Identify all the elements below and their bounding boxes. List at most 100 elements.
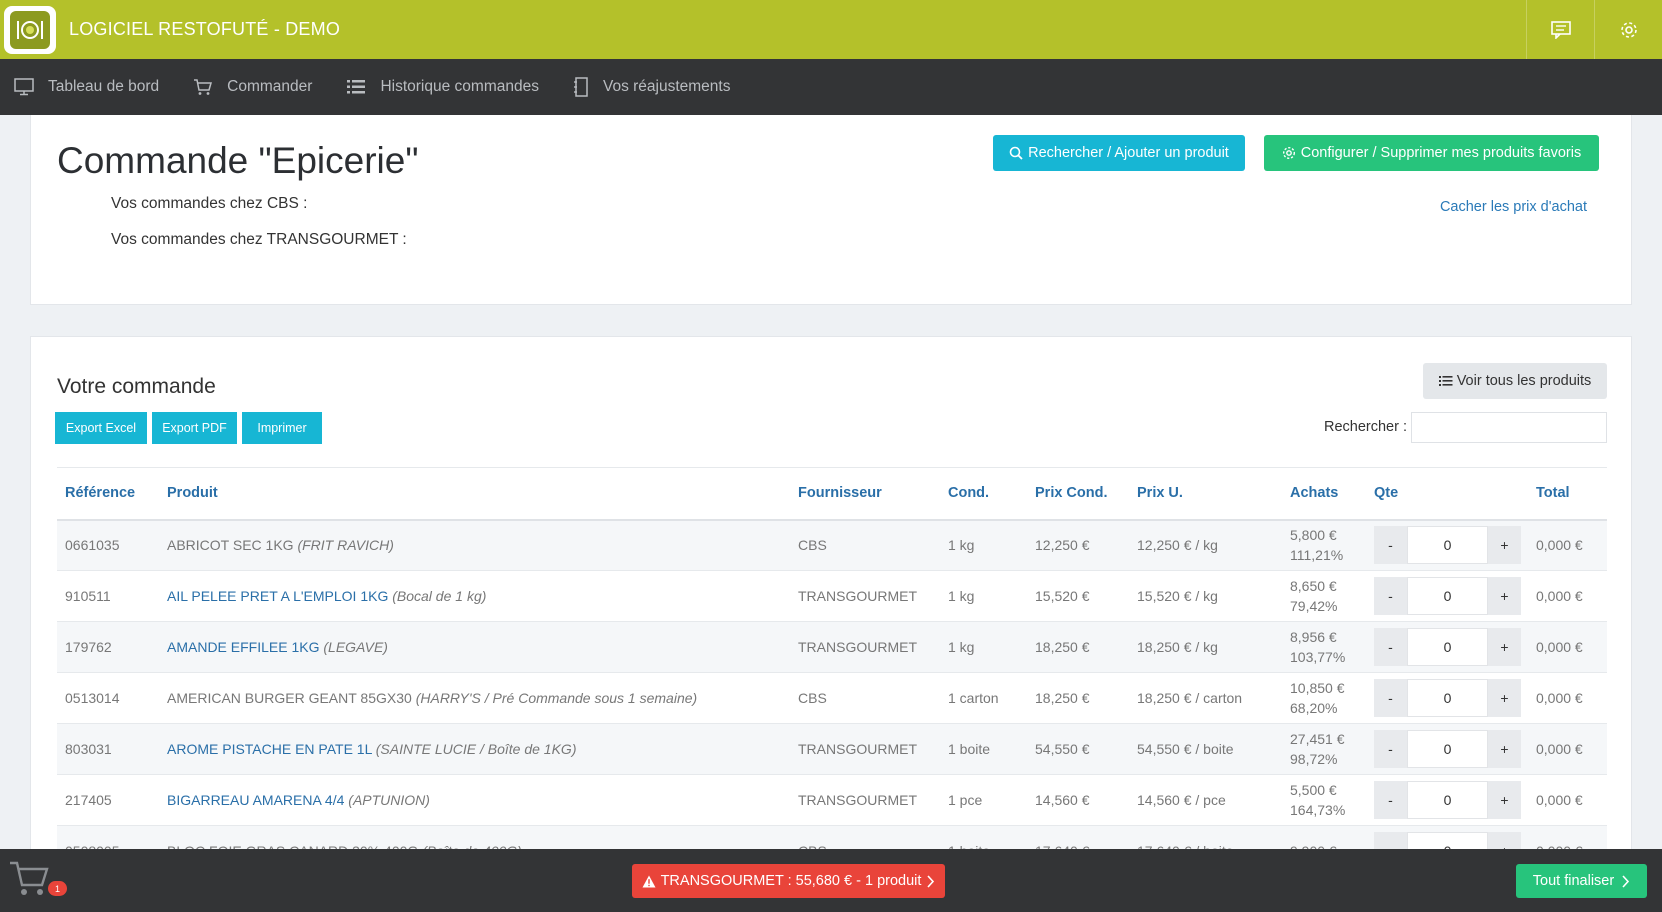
print-button[interactable]: Imprimer	[242, 412, 322, 444]
view-all-products-button[interactable]: Voir tous les produits	[1423, 363, 1607, 399]
supplier-line-cbs: Vos commandes chez CBS :	[111, 195, 308, 212]
app-logo[interactable]	[4, 5, 56, 54]
gear-icon[interactable]	[1594, 0, 1662, 59]
finalize-label: Tout finaliser	[1532, 873, 1615, 889]
main-nav: Tableau de bord Commander Historique com…	[0, 59, 1662, 115]
qty-input[interactable]: 0	[1407, 628, 1488, 666]
export-excel-button[interactable]: Export Excel	[55, 412, 147, 444]
col-total[interactable]: Total	[1528, 467, 1607, 521]
cell-price-cond: 54,550 €	[1027, 723, 1129, 775]
table-search-input[interactable]	[1411, 412, 1607, 443]
bottom-bar: 1 TRANSGOURMET : 55,680 € - 1 produit To…	[0, 849, 1662, 912]
cell-product: BIGARREAU AMARENA 4/4 (APTUNION)	[159, 774, 790, 826]
col-prix-cond[interactable]: Prix Cond.	[1027, 467, 1129, 521]
search-icon	[1009, 146, 1023, 160]
cell-qty: -0+	[1366, 672, 1528, 724]
quantity-stepper: -0+	[1374, 730, 1521, 768]
qty-input[interactable]: 0	[1407, 526, 1488, 565]
cell-purchases: 27,451 € 98,72%	[1282, 723, 1366, 775]
qty-minus-button[interactable]: -	[1374, 628, 1407, 666]
qty-minus-button[interactable]: -	[1374, 526, 1407, 565]
top-bar: LOGICIEL RESTOFUTÉ - DEMO	[0, 0, 1662, 59]
notebook-icon	[573, 77, 588, 97]
product-note: (APTUNION)	[348, 792, 430, 808]
cart-count-badge: 1	[48, 881, 67, 896]
cell-qty: -0+	[1366, 774, 1528, 826]
finalize-all-button[interactable]: Tout finaliser	[1516, 864, 1647, 898]
supplier-minimum-alert-button[interactable]: TRANSGOURMET : 55,680 € - 1 produit	[632, 864, 945, 898]
search-add-product-button[interactable]: Rechercher / Ajouter un produit	[993, 135, 1245, 171]
cell-purchases: 5,500 € 164,73%	[1282, 774, 1366, 826]
table-row: 217405 BIGARREAU AMARENA 4/4 (APTUNION) …	[57, 774, 1607, 826]
qty-minus-button[interactable]: -	[1374, 781, 1407, 819]
section-title: Votre commande	[57, 375, 216, 398]
order-header-panel: Commande "Epicerie" Rechercher / Ajouter…	[30, 115, 1632, 305]
col-produit[interactable]: Produit	[159, 467, 790, 521]
cell-product: AROME PISTACHE EN PATE 1L (SAINTE LUCIE …	[159, 723, 790, 775]
cell-purchases: 8,650 € 79,42%	[1282, 570, 1366, 622]
qty-plus-button[interactable]: +	[1488, 526, 1521, 565]
nav-historique-commandes[interactable]: Historique commandes	[346, 78, 539, 96]
qty-input[interactable]: 0	[1407, 577, 1488, 615]
cell-qty: -0+	[1366, 621, 1528, 673]
product-link[interactable]: AMANDE EFFILEE 1KG	[167, 639, 319, 655]
col-qte[interactable]: Qte	[1366, 467, 1528, 521]
purchase-amount: 27,451 €	[1290, 731, 1345, 747]
quantity-stepper: -0+	[1374, 781, 1521, 819]
col-prix-u[interactable]: Prix U.	[1129, 467, 1282, 521]
qty-input[interactable]: 0	[1407, 679, 1488, 717]
cell-total: 0,000 €	[1528, 723, 1607, 775]
purchase-amount: 10,850 €	[1290, 680, 1345, 696]
qty-minus-button[interactable]: -	[1374, 577, 1407, 615]
cell-ref: 910511	[57, 570, 159, 622]
cell-price-unit: 14,560 € / pce	[1129, 774, 1282, 826]
qty-input[interactable]: 0	[1407, 781, 1488, 819]
qty-minus-button[interactable]: -	[1374, 679, 1407, 717]
configure-favorites-button[interactable]: Configurer / Supprimer mes produits favo…	[1264, 135, 1599, 171]
cell-ref: 0513014	[57, 672, 159, 724]
monitor-icon	[14, 78, 34, 96]
table-row: 0661035 ABRICOT SEC 1KG (FRIT RAVICH) CB…	[57, 519, 1607, 571]
purchase-pct: 103,77%	[1290, 649, 1346, 665]
product-note: (LEGAVE)	[323, 639, 388, 655]
qty-input[interactable]: 0	[1407, 730, 1488, 768]
cell-ref: 803031	[57, 723, 159, 775]
purchase-pct: 68,20%	[1290, 700, 1338, 716]
chat-icon[interactable]	[1526, 0, 1594, 59]
cell-total: 0,000 €	[1528, 672, 1607, 724]
nav-vos-reajustements[interactable]: Vos réajustements	[573, 77, 730, 97]
col-fournisseur[interactable]: Fournisseur	[790, 467, 940, 521]
nav-tableau-de-bord[interactable]: Tableau de bord	[14, 78, 159, 96]
col-cond[interactable]: Cond.	[940, 467, 1027, 521]
table-row: 910511 AIL PELEE PRET A L'EMPLOI 1KG (Bo…	[57, 570, 1607, 622]
col-reference[interactable]: Référence	[57, 467, 159, 521]
cell-price-unit: 18,250 € / kg	[1129, 621, 1282, 673]
product-note: (Bocal de 1 kg)	[392, 588, 487, 604]
chevron-right-icon	[1622, 874, 1630, 888]
nav-label: Tableau de bord	[48, 78, 160, 95]
cell-cond: 1 kg	[940, 621, 1027, 673]
chevron-right-icon	[927, 874, 935, 888]
product-note: (HARRY'S / Pré Commande sous 1 semaine)	[415, 690, 698, 706]
export-pdf-button[interactable]: Export PDF	[152, 412, 237, 444]
cell-price-cond: 12,250 €	[1027, 519, 1129, 571]
qty-plus-button[interactable]: +	[1488, 679, 1521, 717]
cell-supplier: CBS	[790, 672, 940, 724]
product-link[interactable]: AROME PISTACHE EN PATE 1L	[167, 741, 372, 757]
qty-plus-button[interactable]: +	[1488, 628, 1521, 666]
your-order-panel: Votre commande Export Excel Export PDF I…	[30, 336, 1632, 877]
qty-plus-button[interactable]: +	[1488, 730, 1521, 768]
cart-icon[interactable]	[8, 859, 50, 900]
app-title: LOGICIEL RESTOFUTÉ - DEMO	[69, 19, 341, 39]
hide-prices-link[interactable]: Cacher les prix d'achat	[1440, 199, 1587, 215]
qty-plus-button[interactable]: +	[1488, 781, 1521, 819]
qty-plus-button[interactable]: +	[1488, 577, 1521, 615]
col-achats[interactable]: Achats	[1282, 467, 1366, 521]
nav-commander[interactable]: Commander	[193, 78, 312, 96]
purchase-amount: 5,500 €	[1290, 782, 1337, 798]
cell-supplier: TRANSGOURMET	[790, 774, 940, 826]
product-link[interactable]: AIL PELEE PRET A L'EMPLOI 1KG	[167, 588, 388, 604]
cell-price-unit: 15,520 € / kg	[1129, 570, 1282, 622]
product-link[interactable]: BIGARREAU AMARENA 4/4	[167, 792, 344, 808]
qty-minus-button[interactable]: -	[1374, 730, 1407, 768]
